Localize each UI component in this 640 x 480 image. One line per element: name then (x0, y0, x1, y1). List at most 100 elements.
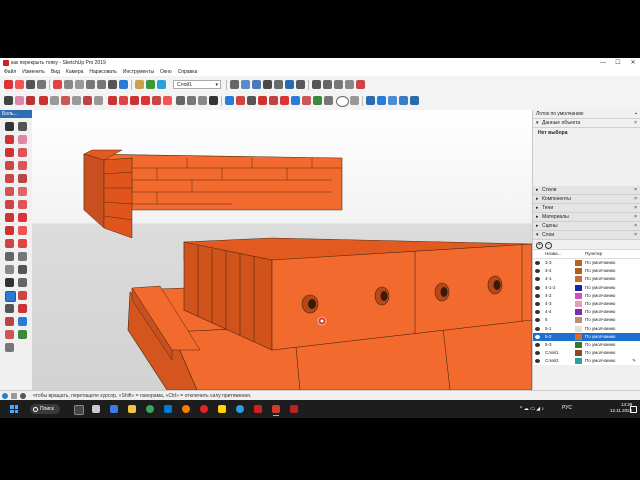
layer-row[interactable]: 4-3 По умолчанию (533, 299, 640, 309)
polygon-icon[interactable] (18, 174, 27, 183)
layer-dashes[interactable]: По умолчанию (585, 325, 615, 333)
rotate-icon[interactable] (5, 226, 14, 235)
folder-icon[interactable] (128, 405, 136, 413)
open-icon[interactable] (15, 80, 24, 89)
layer-row[interactable]: 4-1 По умолчанию (533, 275, 640, 284)
layer-name[interactable]: 4-2 (545, 292, 552, 300)
components-section[interactable]: ▸ Компоненты × (533, 195, 640, 204)
layer-dashes[interactable]: По умолчанию (585, 292, 615, 300)
credits-icon[interactable] (11, 393, 17, 399)
visibility-eye-icon[interactable] (535, 261, 540, 265)
text-icon[interactable] (18, 265, 27, 274)
user-account-icon[interactable] (336, 96, 349, 107)
sketchup-layout-icon[interactable] (290, 405, 298, 413)
layer-dashes[interactable]: По умолчанию (585, 316, 615, 324)
geo-location-icon[interactable] (2, 393, 8, 399)
orbit-icon[interactable] (5, 291, 16, 302)
minimize-button[interactable]: — (596, 58, 610, 67)
scenes-section[interactable]: ▸ Сцены × (533, 222, 640, 231)
erase-icon[interactable] (53, 80, 62, 89)
3d-warehouse-icon[interactable] (377, 96, 386, 105)
layer-dashes[interactable]: По умолчанию (585, 308, 615, 316)
left-view-icon[interactable] (296, 80, 305, 89)
visibility-eye-icon[interactable] (535, 326, 540, 331)
iso-view-icon[interactable] (241, 80, 250, 89)
rectangle-icon[interactable] (5, 161, 14, 170)
menu-help[interactable]: Справка (178, 69, 198, 75)
store-icon[interactable] (164, 405, 172, 413)
layer-color-swatch[interactable] (575, 325, 582, 332)
right-view-icon[interactable] (274, 80, 283, 89)
menu-view[interactable]: Вид (51, 69, 60, 75)
eraser-icon[interactable] (15, 96, 24, 105)
layer-dashes[interactable]: По умолчанию (585, 333, 615, 341)
dimension-icon[interactable] (187, 96, 196, 105)
rectangle-icon[interactable] (83, 96, 92, 105)
add-layer-icon[interactable]: + (536, 242, 543, 249)
layer-dashes[interactable]: По умолчанию (585, 275, 615, 283)
zoom-extents-icon[interactable] (269, 96, 278, 105)
mail-icon[interactable] (110, 405, 118, 413)
drawing-viewport[interactable] (32, 110, 532, 390)
layer-dashes[interactable]: По умолчанию (585, 300, 615, 308)
opera-icon[interactable] (200, 405, 208, 413)
visibility-eye-icon[interactable] (535, 293, 540, 298)
dimension-icon[interactable] (18, 252, 27, 261)
layer-dropdown[interactable]: Слой1 ▾ (173, 80, 221, 89)
account-dropdown-icon[interactable] (350, 96, 359, 105)
obs-icon[interactable] (254, 405, 262, 413)
layer-name[interactable]: 3-3 (545, 259, 552, 267)
layer-row[interactable]: 5-2 По умолчанию (533, 332, 640, 341)
back-edges-icon[interactable] (323, 80, 332, 89)
layer-row[interactable]: 4-4 По умолчанию (533, 308, 640, 317)
chrome-icon[interactable] (146, 405, 154, 413)
input-language[interactable]: РУС (562, 405, 572, 411)
layer-color-swatch[interactable] (575, 317, 582, 324)
zoom-extents-icon[interactable] (5, 317, 14, 326)
hidden-line-icon[interactable] (345, 80, 354, 89)
layer-color-swatch[interactable] (575, 358, 582, 365)
close-icon[interactable]: × (634, 213, 637, 221)
visibility-eye-icon[interactable] (535, 310, 540, 315)
arc-dropdown-icon[interactable] (72, 96, 81, 105)
three-point-arc-icon[interactable] (5, 200, 14, 209)
layer-name[interactable]: Слой2 (545, 357, 558, 365)
move-icon[interactable] (5, 213, 14, 222)
file-explorer-small-icon[interactable] (92, 405, 100, 413)
layer-dashes[interactable]: По умолчанию (585, 357, 615, 365)
styles-section[interactable]: ▸ Стили × (533, 186, 640, 195)
task-view-icon[interactable] (74, 405, 84, 415)
wireframe-icon[interactable] (334, 80, 343, 89)
close-icon[interactable]: × (634, 204, 637, 212)
layer-dashes-column[interactable]: Пунктир (585, 250, 602, 258)
paint-bucket-icon[interactable] (5, 135, 14, 144)
layer-color-swatch[interactable] (575, 260, 582, 266)
zoom-icon[interactable] (247, 96, 256, 105)
layer-row[interactable]: Слой2 По умолчанию ✎ (533, 357, 640, 366)
materials-section[interactable]: ▸ Материалы × (533, 213, 640, 222)
help-icon[interactable] (20, 393, 26, 399)
new-icon[interactable] (4, 80, 13, 89)
layer-name[interactable]: 4-4 (545, 308, 552, 316)
layer-color-swatch[interactable] (575, 309, 582, 316)
layer-color-icon[interactable] (157, 80, 166, 89)
axes-icon[interactable] (209, 96, 218, 105)
layer-dashes[interactable]: По умолчанию (585, 284, 615, 292)
layer-name[interactable]: 5-3 (545, 341, 552, 349)
delete-layer-icon[interactable]: − (545, 242, 552, 249)
menu-tools[interactable]: Инструменты (123, 69, 154, 75)
pin-icon[interactable]: ▪ (635, 110, 637, 118)
print-icon[interactable] (108, 80, 117, 89)
layer-manager-icon[interactable] (146, 80, 155, 89)
layer-color-swatch[interactable] (575, 333, 582, 340)
scale-icon[interactable] (152, 96, 161, 105)
offset-icon[interactable] (119, 96, 128, 105)
layer-name[interactable]: 5 (545, 316, 548, 324)
xray-icon[interactable] (312, 80, 321, 89)
camera-icon[interactable] (230, 80, 239, 89)
visibility-eye-icon[interactable] (535, 285, 540, 290)
zoom-window-icon[interactable] (258, 96, 267, 105)
menu-edit[interactable]: Изменить (22, 69, 45, 75)
menu-camera[interactable]: Камера (66, 69, 83, 75)
freehand-icon[interactable] (18, 148, 27, 157)
